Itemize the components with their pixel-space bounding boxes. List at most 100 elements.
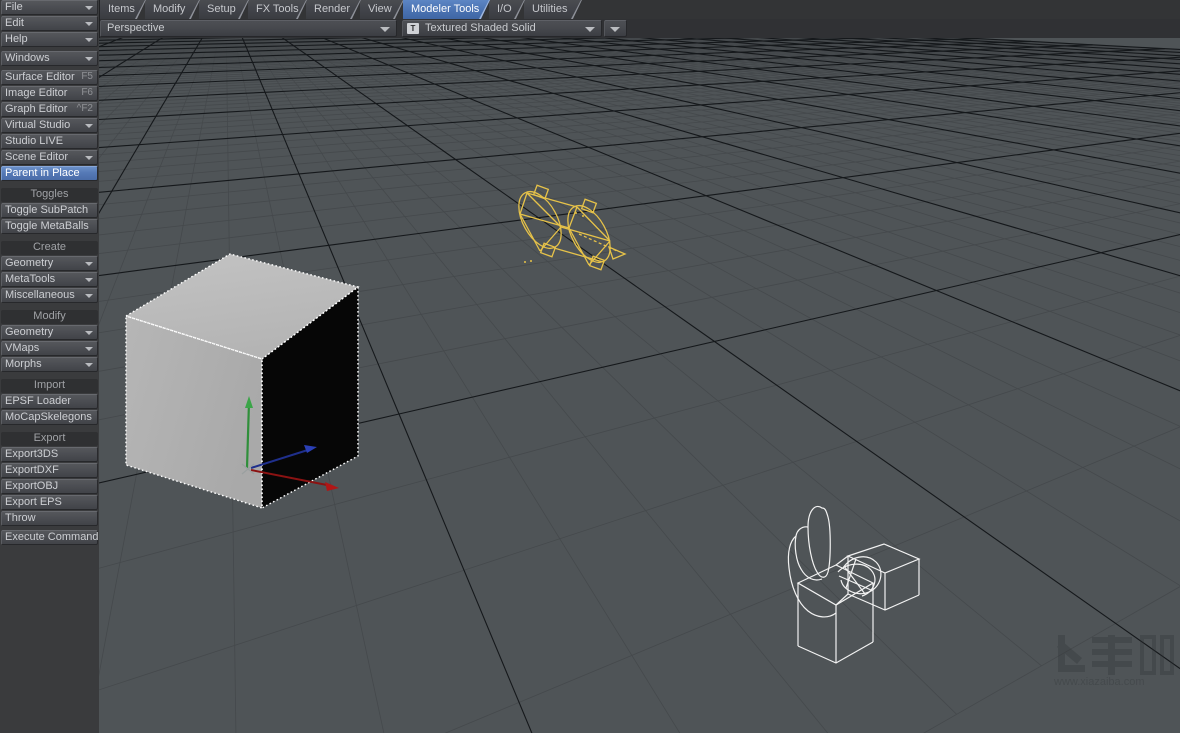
sidebar-item-exportdxf[interactable]: ExportDXF [1, 463, 98, 478]
sidebar-item-parent-in-place[interactable]: Parent in Place [1, 166, 98, 181]
main-tab-bar: Items Modify Setup FX Tools Render View Modele… [99, 0, 1180, 20]
tab-edge-decoration [571, 0, 582, 19]
sidebar-item-label: Miscellaneous [5, 289, 75, 301]
sidebar-item-label: EPSF Loader [5, 395, 71, 407]
sidebar-item-exportobj[interactable]: ExportOBJ [1, 479, 98, 494]
sidebar-item-label: Export EPS [5, 496, 62, 508]
sidebar-item-label: Toggle SubPatch [5, 204, 88, 216]
sidebar-item-mocapskelegons[interactable]: MoCapSkelegons [1, 410, 98, 425]
sidebar-item-label: Parent in Place [5, 167, 80, 179]
chevron-down-icon [85, 6, 93, 10]
sidebar-item-graph-editor[interactable]: Graph Editor ^F2 [1, 102, 98, 117]
tab-setup[interactable]: Setup [199, 0, 249, 19]
tab-label: View [368, 3, 392, 15]
viewport-options-dropdown[interactable] [604, 20, 627, 37]
chevron-down-icon [85, 22, 93, 26]
viewport-shading-dropdown[interactable]: T Textured Shaded Solid [402, 20, 602, 37]
sidebar-item-label: VMaps [5, 342, 39, 354]
tab-label: Items [108, 3, 135, 15]
tab-label: Utilities [532, 3, 567, 15]
sidebar-item-windows[interactable]: Windows [1, 51, 98, 66]
sidebar-item-label: Export3DS [5, 448, 58, 460]
sidebar-item-geometry[interactable]: Geometry [1, 325, 98, 340]
sidebar-section-header: Export [1, 432, 98, 446]
tab-fx-tools[interactable]: FX Tools [248, 0, 307, 19]
sidebar-item-miscellaneous[interactable]: Miscellaneous [1, 288, 98, 303]
sidebar-item-label: Studio LIVE [5, 135, 63, 147]
chevron-down-icon [85, 347, 93, 351]
sidebar-item-metatools[interactable]: MetaTools [1, 272, 98, 287]
tab-modify[interactable]: Modify [145, 0, 200, 19]
viewport-perspective-dropdown[interactable]: Perspective [100, 20, 397, 37]
sidebar-item-throw[interactable]: Throw [1, 511, 98, 526]
sidebar-item-label: File [5, 1, 23, 13]
sidebar-item-label: Scene Editor [5, 151, 68, 163]
tab-label: FX Tools [256, 3, 299, 15]
sidebar-item-epsf-loader[interactable]: EPSF Loader [1, 394, 98, 409]
sidebar-item-studio-live[interactable]: Studio LIVE [1, 134, 98, 149]
chevron-down-icon [380, 27, 390, 32]
chevron-down-icon [85, 278, 93, 282]
chevron-down-icon [85, 156, 93, 160]
sidebar-item-vmaps[interactable]: VMaps [1, 341, 98, 356]
sidebar-item-shortcut: F6 [81, 87, 93, 99]
sidebar-item-label: ExportOBJ [5, 480, 58, 492]
sidebar-item-toggle-subpatch[interactable]: Toggle SubPatch [1, 203, 98, 218]
chevron-down-icon [610, 27, 620, 32]
left-toolbar-panel: File Edit Help Windows Surface EditorF5Image… [0, 0, 100, 733]
sidebar-item-label: Virtual Studio [5, 119, 70, 131]
chevron-down-icon [85, 57, 93, 61]
viewport-shading-value: Textured Shaded Solid [425, 21, 536, 36]
tab-label: Modeler Tools [411, 3, 479, 15]
sidebar-item-label: Throw [5, 512, 36, 524]
tab-edge-decoration [479, 0, 490, 19]
tab-i-o[interactable]: I/O [489, 0, 525, 19]
sidebar-item-file[interactable]: File [1, 0, 98, 15]
sidebar-item-virtual-studio[interactable]: Virtual Studio [1, 118, 98, 133]
sidebar-item-morphs[interactable]: Morphs [1, 357, 98, 372]
sidebar-item-toggle-metaballs[interactable]: Toggle MetaBalls [1, 219, 98, 234]
sidebar-section-header: Create [1, 241, 98, 255]
sidebar-item-edit[interactable]: Edit [1, 16, 98, 31]
sidebar-item-label: MetaTools [5, 273, 55, 285]
sidebar-item-label: Morphs [5, 358, 42, 370]
sidebar-item-label: Execute Command [5, 531, 99, 543]
tab-render[interactable]: Render [306, 0, 361, 19]
sidebar-section-header: Modify [1, 310, 98, 324]
sidebar-item-export3ds[interactable]: Export3DS [1, 447, 98, 462]
sidebar-item-label: Toggle MetaBalls [5, 220, 89, 232]
lightwave-layout-window: Items Modify Setup FX Tools Render View Modele… [0, 0, 1180, 733]
chevron-down-icon [85, 124, 93, 128]
sidebar-item-image-editor[interactable]: Image EditorF6 [1, 86, 98, 101]
sidebar-item-shortcut: ^F2 [77, 103, 93, 115]
sidebar-item-geometry[interactable]: Geometry [1, 256, 98, 271]
chevron-down-icon [85, 363, 93, 367]
tab-view[interactable]: View [360, 0, 404, 19]
tab-edge-decoration [393, 0, 404, 19]
sidebar-item-help[interactable]: Help [1, 32, 98, 47]
sidebar-section-header: Import [1, 379, 98, 393]
tab-utilities[interactable]: Utilities [524, 0, 582, 19]
sidebar-item-surface-editor[interactable]: Surface EditorF5 [1, 70, 98, 85]
tab-label: I/O [497, 3, 512, 15]
sidebar-item-label: Help [5, 33, 28, 45]
sidebar-section-header: Toggles [1, 188, 98, 202]
chevron-down-icon [85, 38, 93, 42]
tab-label: Modify [153, 3, 185, 15]
perspective-viewport[interactable]: www.xiazaiba.com [99, 38, 1180, 733]
sidebar-item-label: Geometry [5, 257, 53, 269]
sidebar-item-label: Graph Editor [5, 103, 67, 115]
sidebar-item-scene-editor[interactable]: Scene Editor [1, 150, 98, 165]
tab-label: Setup [207, 3, 236, 15]
tab-modeler-tools[interactable]: Modeler Tools [403, 0, 490, 19]
tab-items[interactable]: Items [100, 0, 146, 19]
chevron-down-icon [585, 27, 595, 32]
sidebar-item-label: ExportDXF [5, 464, 59, 476]
sidebar-item-label: MoCapSkelegons [5, 411, 92, 423]
chevron-down-icon [85, 294, 93, 298]
sidebar-item-shortcut: F5 [81, 71, 93, 83]
sidebar-item-export-eps[interactable]: Export EPS [1, 495, 98, 510]
sidebar-item-execute-command[interactable]: Execute Command [1, 530, 98, 545]
viewport-header-bar: Perspective T Textured Shaded Solid [99, 19, 1180, 39]
tab-edge-decoration [514, 0, 525, 19]
